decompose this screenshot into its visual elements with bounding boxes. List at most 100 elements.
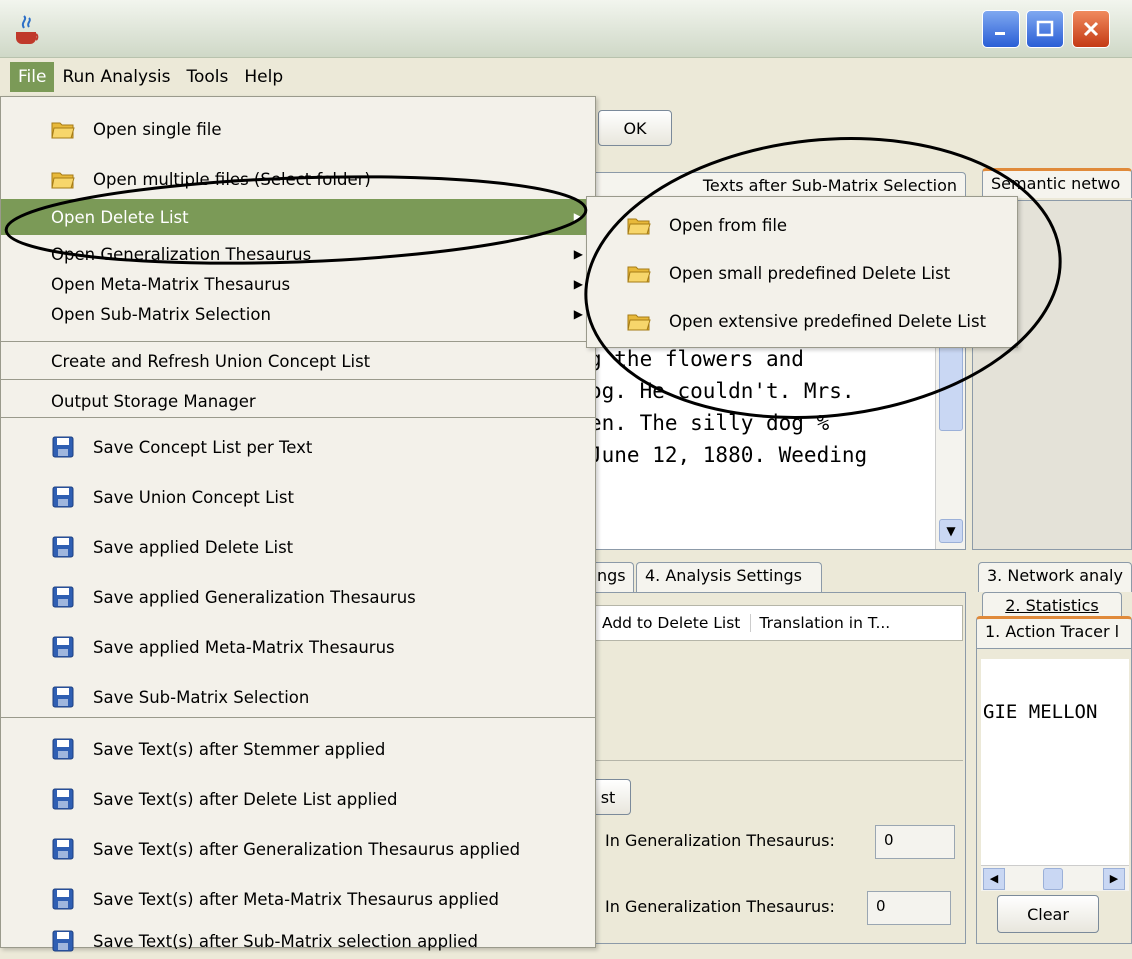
menu-item-open-single-file[interactable]: Open single file [1, 109, 595, 149]
text-line: en. The silly dog % [589, 411, 830, 435]
menu-item-open-delete-list[interactable]: Open Delete List ▶ [1, 199, 595, 235]
open-delete-list-submenu: Open from file Open small predefined Dele… [586, 196, 1018, 348]
submenu-arrow-icon: ▶ [573, 247, 583, 261]
submenu-item-label: Open from file [669, 215, 788, 235]
menu-item-label: Save Text(s) after Meta-Matrix Thesaurus… [93, 889, 500, 909]
menu-item-open-generalization-thesaurus[interactable]: Open Generalization Thesaurus ▶ [1, 239, 595, 269]
tab-action-tracer[interactable]: 1. Action Tracer l [976, 616, 1132, 648]
close-button[interactable] [1072, 10, 1110, 48]
menu-run-analysis[interactable]: Run Analysis [54, 62, 178, 92]
menu-help[interactable]: Help [236, 62, 291, 92]
menu-separator [1, 717, 595, 718]
menu-item-save-text-s-after-delete-list-applied[interactable]: Save Text(s) after Delete List applied [1, 777, 595, 821]
text-line: June 12, 1880. Weeding [589, 443, 868, 467]
menu-item-open-sub-matrix-selection[interactable]: Open Sub-Matrix Selection ▶ [1, 299, 595, 329]
save-icon [51, 535, 75, 559]
menu-item-label: Save applied Generalization Thesaurus [93, 587, 416, 607]
submenu-arrow-icon: ▶ [573, 277, 583, 291]
generalization-label-2: In Generalization Thesaurus: [605, 897, 835, 916]
horizontal-scrollbar[interactable]: ◀ ▶ [981, 865, 1129, 891]
menu-separator [1, 341, 595, 342]
menu-item-label: Open Delete List [51, 207, 189, 227]
menu-item-label: Open multiple files (Select folder) [93, 169, 371, 189]
save-icon [51, 887, 75, 911]
menu-item-output-storage-manager[interactable]: Output Storage Manager [1, 383, 595, 419]
submenu-item-open-from-file[interactable]: Open from file [587, 203, 1017, 247]
menu-item-label: Save applied Delete List [93, 537, 294, 557]
submenu-item-label: Open small predefined Delete List [669, 263, 951, 283]
action-tracer-panel: GIE MELLON ◀ ▶ Clear [976, 648, 1132, 944]
text-content: g the flowers and og. He couldn't. Mrs. … [589, 343, 867, 471]
save-icon [51, 837, 75, 861]
menu-item-save-sub-matrix-selection[interactable]: Save Sub-Matrix Selection [1, 675, 595, 719]
table-header: Add to Delete List Translation in T... [591, 605, 963, 641]
table-body [591, 641, 963, 761]
menu-item-label: Save Text(s) after Delete List applied [93, 789, 398, 809]
folder-open-icon [627, 309, 651, 333]
menu-item-label: Save Concept List per Text [93, 437, 313, 457]
menu-item-label: Create and Refresh Union Concept List [51, 351, 371, 371]
menu-item-label: Open single file [93, 119, 222, 139]
folder-open-icon [627, 261, 651, 285]
menu-item-save-applied-generalization-thesaurus[interactable]: Save applied Generalization Thesaurus [1, 575, 595, 619]
ok-button[interactable]: OK [598, 110, 672, 146]
menu-item-save-union-concept-list[interactable]: Save Union Concept List [1, 475, 595, 519]
menu-item-label: Open Generalization Thesaurus [51, 244, 312, 264]
submenu-item-open-small-predefined-delete-list[interactable]: Open small predefined Delete List [587, 251, 1017, 295]
menu-item-label: Open Sub-Matrix Selection [51, 304, 271, 324]
maximize-icon [1036, 20, 1054, 37]
tab-analysis-settings[interactable]: 4. Analysis Settings [636, 562, 822, 592]
save-icon [51, 485, 75, 509]
menu-item-label: Output Storage Manager [51, 391, 256, 411]
menu-separator [1, 417, 595, 418]
scroll-right-icon[interactable]: ▶ [1103, 868, 1125, 890]
column-add-to-delete-list[interactable]: Add to Delete List [592, 614, 752, 632]
menu-item-save-text-s-after-stemmer-applied[interactable]: Save Text(s) after Stemmer applied [1, 727, 595, 771]
save-icon [51, 737, 75, 761]
menu-item-label: Save Text(s) after Stemmer applied [93, 739, 386, 759]
action-tracer-text: GIE MELLON [981, 659, 1129, 865]
scrollbar-thumb[interactable] [1043, 868, 1063, 890]
folder-open-icon [51, 117, 75, 141]
menu-item-label: Open Meta-Matrix Thesaurus [51, 274, 291, 294]
generalization-label-1: In Generalization Thesaurus: [605, 831, 835, 850]
menu-item-create-and-refresh-union-concept-list[interactable]: Create and Refresh Union Concept List [1, 343, 595, 379]
menu-item-open-meta-matrix-thesaurus[interactable]: Open Meta-Matrix Thesaurus ▶ [1, 269, 595, 299]
menu-item-save-concept-list-per-text[interactable]: Save Concept List per Text [1, 425, 595, 469]
menu-item-label: Save Union Concept List [93, 487, 294, 507]
file-menu: Open single file Open multiple files (Sel… [0, 96, 596, 952]
menu-item-save-text-s-after-sub-matrix-selection-applied[interactable]: Save Text(s) after Sub-Matrix selection … [1, 923, 595, 959]
clear-button[interactable]: Clear [997, 895, 1099, 933]
save-icon [51, 787, 75, 811]
generalization-field-2[interactable]: 0 [867, 891, 951, 925]
save-icon [51, 435, 75, 459]
menu-file[interactable]: File [10, 62, 55, 92]
menu-tools[interactable]: Tools [179, 62, 237, 92]
scrollbar-thumb[interactable] [939, 341, 963, 431]
maximize-button[interactable] [1026, 10, 1064, 48]
menu-item-open-multiple-files-select-folder[interactable]: Open multiple files (Select folder) [1, 159, 595, 199]
generalization-field-1[interactable]: 0 [875, 825, 955, 859]
folder-open-icon [627, 213, 651, 237]
tab-network-analysis[interactable]: 3. Network analy [978, 562, 1132, 592]
title-bar [0, 0, 1132, 58]
minimize-button[interactable] [982, 10, 1020, 48]
java-cup-icon [16, 15, 39, 44]
submenu-arrow-icon: ▶ [573, 210, 583, 224]
save-icon [51, 585, 75, 609]
tab-statistics[interactable]: 2. Statistics [982, 592, 1122, 618]
column-translation[interactable]: Translation in T... [751, 614, 898, 632]
save-icon [51, 685, 75, 709]
scroll-down-icon[interactable]: ▼ [939, 519, 963, 543]
menu-item-save-text-s-after-meta-matrix-thesaurus-applied[interactable]: Save Text(s) after Meta-Matrix Thesaurus… [1, 877, 595, 921]
action-tracer-line: GIE MELLON [983, 701, 1098, 723]
menu-item-save-text-s-after-generalization-thesaurus-applied[interactable]: Save Text(s) after Generalization Thesau… [1, 827, 595, 871]
submenu-item-label: Open extensive predefined Delete List [669, 311, 987, 331]
settings-panel: Add to Delete List Translation in T... s… [585, 592, 966, 944]
save-icon [51, 929, 75, 953]
submenu-item-open-extensive-predefined-delete-list[interactable]: Open extensive predefined Delete List [587, 299, 1017, 343]
menu-item-save-applied-delete-list[interactable]: Save applied Delete List [1, 525, 595, 569]
scroll-left-icon[interactable]: ◀ [983, 868, 1005, 890]
menu-item-save-applied-meta-matrix-thesaurus[interactable]: Save applied Meta-Matrix Thesaurus [1, 625, 595, 669]
tab-semantic-network[interactable]: Semantic netwo [982, 168, 1132, 198]
